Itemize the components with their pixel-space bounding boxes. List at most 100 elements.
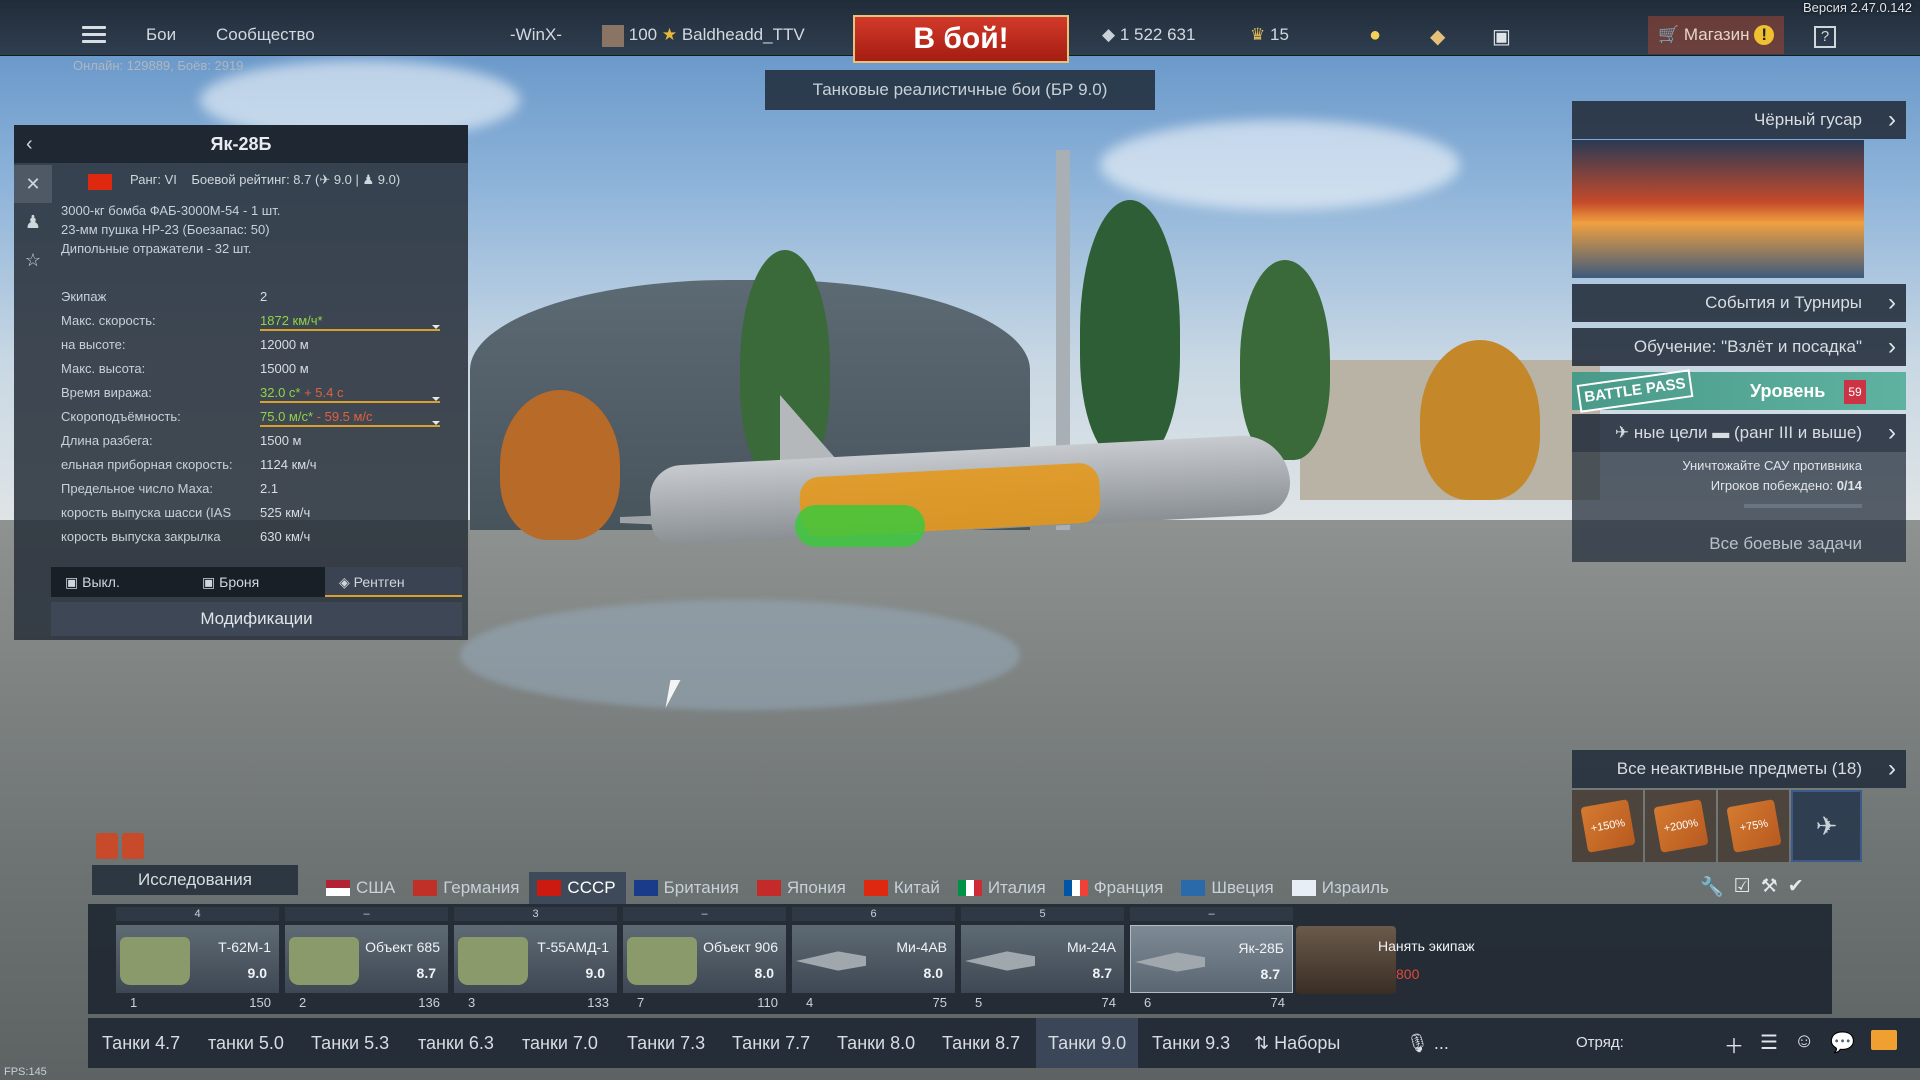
check-icon[interactable]: ✔ [1788,875,1804,899]
golden-eagles[interactable]: ♛ 15 [1250,0,1289,70]
nation-label: Япония [786,878,846,897]
cart-icon: 🛒 [1658,25,1680,44]
tutorial-link[interactable]: Обучение: "Взлёт и посадка" › [1572,328,1906,366]
preset-tab[interactable]: Танки 9.3 [1152,1018,1230,1068]
lightbulb-icon[interactable]: ● [1369,24,1391,46]
hire-crew-slot[interactable]: Нанять экипаж 800 [1296,926,1475,994]
stat-value: 12000 м [260,337,309,352]
vehicle-slot[interactable]: 4 Т-62М-1 9.0 1 150 [116,907,279,1012]
armament-tab-icon[interactable]: ✕ [14,165,52,203]
nation-tab-israel[interactable]: Израиль [1284,872,1399,904]
mail-icon[interactable] [1871,1030,1898,1050]
research-button[interactable]: Исследования [92,865,298,895]
nation-tab-ussr[interactable]: СССР [529,872,626,904]
star-icon: ★ [661,25,678,44]
booster-item[interactable]: +200% [1645,790,1716,862]
nation-tab-france[interactable]: Франция [1056,872,1174,904]
nation-tab-china[interactable]: Китай [856,872,950,904]
vehicle-br: 8.7 [1092,965,1112,981]
sweden-flag-icon [1181,880,1206,896]
preset-tab[interactable]: Танки 5.3 [311,1018,389,1068]
vehicle-info-panel: Як-28Б ‹ ✕ ♟ ☆ Ранг: VI Боевой рейтинг: … [14,125,468,640]
battle-task-header[interactable]: ✈ ные цели ▬ (ранг III и выше) › [1572,414,1906,452]
battle-task-body: Уничтожайте САУ противника Игроков побеж… [1572,452,1906,562]
promo-image[interactable] [1572,140,1864,278]
booster-item[interactable]: +150% [1572,790,1643,862]
preset-tab-active[interactable]: Танки 9.0 [1036,1018,1139,1068]
game-mode-selector[interactable]: Танковые реалистичные бои (БР 9.0) [765,70,1155,110]
to-battle-button[interactable]: В бой! [853,15,1069,63]
view-tab-off[interactable]: ▣ Выкл. [51,567,188,597]
vehicle-slot[interactable]: – Объект 906 8.0 7 110 [623,907,786,1012]
vehicle-item[interactable]: ✈ [1791,790,1862,862]
nation-tab-usa[interactable]: США [318,872,405,904]
list-icon[interactable]: ☰ [1760,1030,1778,1059]
chevron-right-icon: › [1888,106,1896,133]
promo-header[interactable]: Чёрный гусар › [1572,101,1906,139]
shop-button[interactable]: 🛒 Магазин ! [1648,16,1784,54]
vehicle-slot[interactable]: 3 Т-55АМД-1 9.0 3 133 [454,907,617,1012]
profile[interactable]: 100 ★ Baldheadd_TTV [602,0,805,70]
contacts-icon[interactable]: ☺ [1794,1030,1814,1059]
slot-footer: 2 136 [285,995,448,1011]
preset-tab[interactable]: танки 5.0 [208,1018,284,1068]
squad-tag[interactable]: -WinX- [510,0,562,70]
vehicle-slot[interactable]: – Объект 685 8.7 2 136 [285,907,448,1012]
list-icon[interactable] [122,833,144,859]
chat-icon[interactable]: 💬 [1830,1030,1855,1059]
clock-icon[interactable] [96,833,118,859]
nation-tab-japan[interactable]: Япония [749,872,856,904]
vehicle-name: Объект 906 [703,939,778,955]
crew-number: 3 [468,995,476,1010]
booster-item[interactable]: +75% [1718,790,1789,862]
online-counter: Онлайн: 129889, Боёв: 2919 [73,58,244,73]
checkbox-icon[interactable]: ☑ [1734,875,1751,899]
voice-chat-button[interactable]: 🎙 ... [1406,1018,1449,1068]
nation-tab-britain[interactable]: Британия [626,872,749,904]
crew-tab-icon[interactable]: ♟ [14,203,52,241]
plus-icon[interactable]: ＋ [1724,1030,1744,1059]
silver-lions-value: 1 522 631 [1119,25,1196,44]
stat-value: 2 [260,289,268,304]
nation-tab-sweden[interactable]: Швеция [1173,872,1283,904]
nation-tab-italy[interactable]: Италия [950,872,1056,904]
all-tasks-link[interactable]: Все боевые задачи [1709,534,1862,554]
armament-item: 23-мм пушка НР-23 (Боезапас: 50) [61,222,270,237]
modifications-button[interactable]: Модификации [51,602,462,636]
italy-flag-icon [957,880,982,896]
crafting-icon[interactable]: ◆ [1430,24,1452,48]
preset-tab[interactable]: Танки 7.7 [732,1018,810,1068]
vehicle-slot[interactable]: 5 Ми-24А 8.7 5 74 [961,907,1124,1012]
wrench-icon[interactable]: 🔧 [1700,875,1724,899]
preset-tab[interactable]: Танки 8.7 [942,1018,1020,1068]
view-tab-armor[interactable]: ▣ Броня [188,567,325,597]
stat-value: 15000 м [260,361,309,376]
preset-tab[interactable]: Танки 4.7 [102,1018,180,1068]
repair-all-icon[interactable]: ⚒ [1761,875,1778,899]
preset-tab[interactable]: Танки 8.0 [837,1018,915,1068]
aircraft-image [1135,952,1205,972]
vehicle-slot-selected[interactable]: – Як-28Б 8.7 6 74 [1130,907,1293,1012]
vehicle-slot[interactable]: 6 Ми-4АВ 8.0 4 75 [792,907,955,1012]
help-button[interactable]: ? [1814,26,1836,48]
menu-icon[interactable] [82,26,106,44]
achievements-tab-icon[interactable]: ☆ [14,241,52,279]
preset-tab[interactable]: танки 6.3 [418,1018,494,1068]
events-link[interactable]: События и Турниры › [1572,284,1906,322]
vehicle-br: 8.7 [416,965,436,981]
preset-tab[interactable]: танки 7.0 [522,1018,598,1068]
battle-pass-banner[interactable]: BATTLE PASS Уровень 59 [1572,369,1906,413]
avatar [602,24,624,47]
inactive-items-link[interactable]: Все неактивные предметы (18) › [1572,750,1906,788]
crew-number: 1 [130,995,138,1010]
nation-label: СССР [567,878,616,897]
nation-tab-germany[interactable]: Германия [405,872,529,904]
aircraft-icon: ✈ [1815,810,1838,841]
silver-lions[interactable]: ◆ 1 522 631 [1102,0,1195,70]
preset-tab[interactable]: Танки 7.3 [627,1018,705,1068]
presets-button[interactable]: ⇅ Наборы [1254,1018,1340,1068]
chevron-left-icon[interactable]: ‹ [26,133,33,156]
view-tab-xray[interactable]: ◈ Рентген [325,567,462,597]
coupon-icon[interactable]: ▣ [1492,24,1514,48]
task-progress-label: Игроков побеждено: [1710,478,1837,493]
